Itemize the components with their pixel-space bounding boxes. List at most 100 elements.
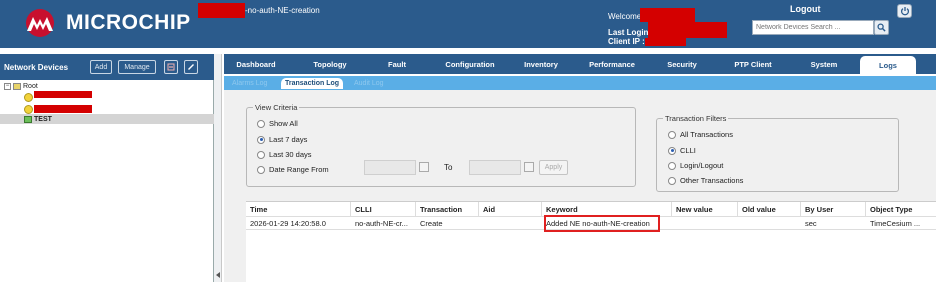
tab-fault[interactable]: Fault [382, 54, 412, 74]
radio-clli-label: CLLI [680, 146, 696, 155]
radio-all-transactions[interactable]: All Transactions [668, 130, 733, 139]
collapse-arrow-icon[interactable] [216, 272, 220, 278]
column-header-by-user[interactable]: By User [801, 202, 866, 216]
client-ip-label: Client IP : [608, 37, 645, 46]
main-area: Dashboard Topology Fault Configuration I… [224, 54, 936, 282]
view-criteria-legend: View Criteria [255, 103, 298, 112]
cell-clli: no-auth-NE-cr... [355, 218, 408, 228]
radio-date-range-label: Date Range From [269, 165, 329, 174]
radio-button[interactable] [668, 161, 676, 170]
network-devices-panel: Network Devices Add Manage − Root TEST [0, 54, 214, 282]
view-criteria-group: View Criteria [246, 103, 636, 187]
subtab-audit-log[interactable]: Audit Log [354, 78, 386, 89]
calendar-icon[interactable] [524, 162, 534, 172]
column-header-transaction[interactable]: Transaction [416, 202, 479, 216]
edit-device-button[interactable] [184, 60, 198, 74]
radio-button-selected[interactable] [257, 135, 265, 144]
radio-clli[interactable]: CLLI [668, 146, 696, 155]
tree-root[interactable]: − Root [0, 81, 214, 91]
folder-icon [13, 82, 21, 90]
redacted-context-prefix [198, 3, 245, 18]
add-device-button[interactable]: Add [90, 60, 112, 74]
main-nav-bar: Dashboard Topology Fault Configuration I… [224, 54, 936, 74]
radio-login-logout-label: Login/Logout [680, 161, 724, 170]
tab-topology[interactable]: Topology [304, 54, 356, 74]
tree-device-test[interactable]: TEST [0, 114, 214, 124]
from-date-field[interactable] [364, 160, 416, 175]
radio-button[interactable] [257, 150, 265, 159]
brand-name: MICROCHIP [66, 11, 191, 34]
panel-splitter[interactable] [214, 54, 222, 282]
cell-old-value [738, 216, 801, 230]
network-devices-title: Network Devices [4, 63, 69, 72]
column-header-keyword[interactable]: Keyword [542, 202, 672, 216]
radio-last-7-days[interactable]: Last 7 days [257, 135, 307, 144]
tree-device-test-label: TEST [34, 115, 52, 123]
tab-logs[interactable]: Logs [860, 56, 916, 74]
tab-inventory[interactable]: Inventory [519, 54, 563, 74]
to-label: To [444, 163, 453, 172]
radio-date-range[interactable]: Date Range From [257, 165, 329, 174]
power-button[interactable] [897, 4, 912, 18]
cell-object-type: TimeCesium ... [870, 218, 921, 228]
last-login-label: Last Login : [608, 28, 654, 37]
context-label: -no-auth-NE-creation [245, 6, 320, 15]
minus-icon [167, 63, 175, 71]
cell-time: 2026-01-29 14:20:58.0 [250, 218, 326, 228]
device-search-input[interactable] [753, 21, 873, 34]
redacted-device-name [34, 105, 92, 113]
column-header-aid[interactable]: Aid [479, 202, 542, 216]
radio-other-transactions[interactable]: Other Transactions [668, 176, 743, 185]
calendar-icon[interactable] [419, 162, 429, 172]
tab-performance[interactable]: Performance [584, 54, 640, 74]
tab-dashboard[interactable]: Dashboard [230, 54, 282, 74]
radio-button-selected[interactable] [668, 146, 676, 155]
app-window: MICROCHIP -no-auth-NE-creation Welcome L… [0, 0, 936, 282]
transaction-filters-legend: Transaction Filters [665, 114, 727, 123]
search-icon [877, 23, 886, 32]
column-header-time[interactable]: Time [246, 202, 351, 216]
radio-last-30-days[interactable]: Last 30 days [257, 150, 312, 159]
radio-show-all-label: Show All [269, 119, 298, 128]
power-icon [900, 7, 909, 16]
redacted-device-name [34, 91, 92, 98]
transaction-log-content: View Criteria Show All Last 7 days Last … [224, 90, 936, 282]
tree-device-redacted-2[interactable] [0, 104, 214, 114]
network-devices-toolbar: Network Devices Add Manage [0, 54, 214, 80]
logs-subtab-bar: Alarms Log Transaction Log Audit Log [224, 76, 936, 90]
cell-by-user: sec [805, 218, 817, 228]
device-search-box[interactable] [752, 20, 874, 35]
device-node-icon [24, 115, 32, 123]
radio-button[interactable] [257, 165, 265, 174]
tab-system[interactable]: System [806, 54, 842, 74]
subtab-alarms-log[interactable]: Alarms Log [232, 78, 278, 89]
to-date-field[interactable] [469, 160, 521, 175]
tree-device-redacted-1[interactable] [0, 91, 214, 104]
column-header-clli[interactable]: CLLI [351, 202, 416, 216]
radio-last-30-days-label: Last 30 days [269, 150, 312, 159]
tab-ptp-client[interactable]: PTP Client [729, 54, 777, 74]
keyword-highlight-box [544, 215, 660, 232]
search-button[interactable] [874, 20, 889, 35]
tab-security[interactable]: Security [664, 54, 700, 74]
column-header-new-value[interactable]: New value [672, 202, 738, 216]
tab-configuration[interactable]: Configuration [440, 54, 500, 74]
logout-link[interactable]: Logout [790, 4, 821, 14]
top-header: MICROCHIP -no-auth-NE-creation Welcome L… [0, 0, 936, 48]
radio-button[interactable] [668, 130, 676, 139]
radio-button[interactable] [668, 176, 676, 185]
radio-show-all[interactable]: Show All [257, 119, 298, 128]
redacted-last-login [648, 22, 727, 38]
device-tree: − Root TEST [0, 80, 214, 124]
radio-login-logout[interactable]: Login/Logout [668, 161, 723, 170]
radio-button[interactable] [257, 119, 265, 128]
manage-button[interactable]: Manage [118, 60, 156, 74]
remove-device-button[interactable] [164, 60, 178, 74]
cell-new-value [672, 216, 738, 230]
column-header-old-value[interactable]: Old value [738, 202, 801, 216]
apply-button[interactable]: Apply [539, 160, 568, 175]
collapse-icon[interactable]: − [4, 82, 11, 90]
subtab-transaction-log[interactable]: Transaction Log [281, 78, 344, 89]
welcome-label: Welcome [608, 12, 642, 21]
column-header-object-type[interactable]: Object Type [866, 202, 936, 216]
